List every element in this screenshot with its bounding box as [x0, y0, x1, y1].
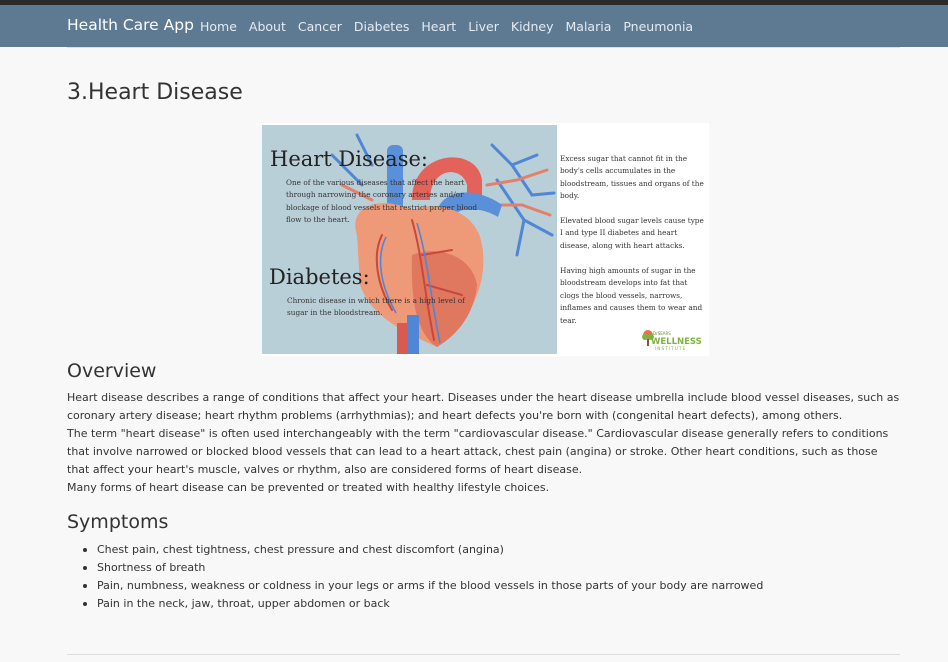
infographic-diabetes-description: Chronic disease in which there is a high… [287, 296, 465, 318]
overview-text: Heart disease describes a range of condi… [67, 389, 902, 497]
infographic-heart-description: One of the various diseases that affect … [286, 178, 478, 224]
brand-link[interactable]: Health Care App [67, 16, 194, 34]
infographic-paragraph-2: Elevated blood sugar levels cause type I… [560, 216, 704, 250]
infographic-paragraph-3: Having high amounts of sugar in the bloo… [560, 266, 703, 325]
heart-disease-infographic: Heart Disease: One of the various diseas… [262, 123, 709, 356]
nav-link-cancer[interactable]: Cancer [298, 19, 342, 34]
infographic-text-panel: Excess sugar that cannot fit in the body… [557, 123, 709, 356]
top-divider [67, 47, 900, 48]
overview-paragraph-2: The term "heart disease" is often used i… [67, 427, 889, 476]
symptoms-list: Chest pain, chest tightness, chest press… [80, 541, 763, 613]
wellness-institute-logo: DrSEARS WELLNESS INSTITUTE [641, 327, 705, 353]
nav-link-diabetes[interactable]: Diabetes [354, 19, 410, 34]
nav-link-pneumonia[interactable]: Pneumonia [623, 19, 693, 34]
page-title: 3.Heart Disease [67, 80, 243, 105]
infographic-diabetes-title: Diabetes: [269, 265, 370, 289]
list-item: Pain in the neck, jaw, throat, upper abd… [80, 595, 763, 613]
nav-link-kidney[interactable]: Kidney [511, 19, 554, 34]
nav-links: Home About Cancer Diabetes Heart Liver K… [200, 19, 693, 34]
navbar: Health Care App Home About Cancer Diabet… [0, 5, 948, 47]
infographic-paragraph-1: Excess sugar that cannot fit in the body… [560, 154, 704, 201]
symptoms-heading: Symptoms [67, 511, 169, 533]
overview-heading: Overview [67, 360, 157, 382]
list-item: Shortness of breath [80, 559, 763, 577]
bottom-divider [67, 654, 900, 655]
nav-link-home[interactable]: Home [200, 19, 237, 34]
overview-paragraph-3: Many forms of heart disease can be preve… [67, 481, 550, 494]
nav-link-liver[interactable]: Liver [468, 19, 499, 34]
nav-link-heart[interactable]: Heart [421, 19, 456, 34]
nav-link-about[interactable]: About [249, 19, 286, 34]
list-item: Pain, numbness, weakness or coldness in … [80, 577, 763, 595]
overview-paragraph-1: Heart disease describes a range of condi… [67, 391, 900, 422]
infographic-heart-panel: Heart Disease: One of the various diseas… [262, 125, 557, 354]
list-item: Chest pain, chest tightness, chest press… [80, 541, 763, 559]
infographic-heart-title: Heart Disease: [270, 147, 428, 171]
nav-link-malaria[interactable]: Malaria [566, 19, 612, 34]
